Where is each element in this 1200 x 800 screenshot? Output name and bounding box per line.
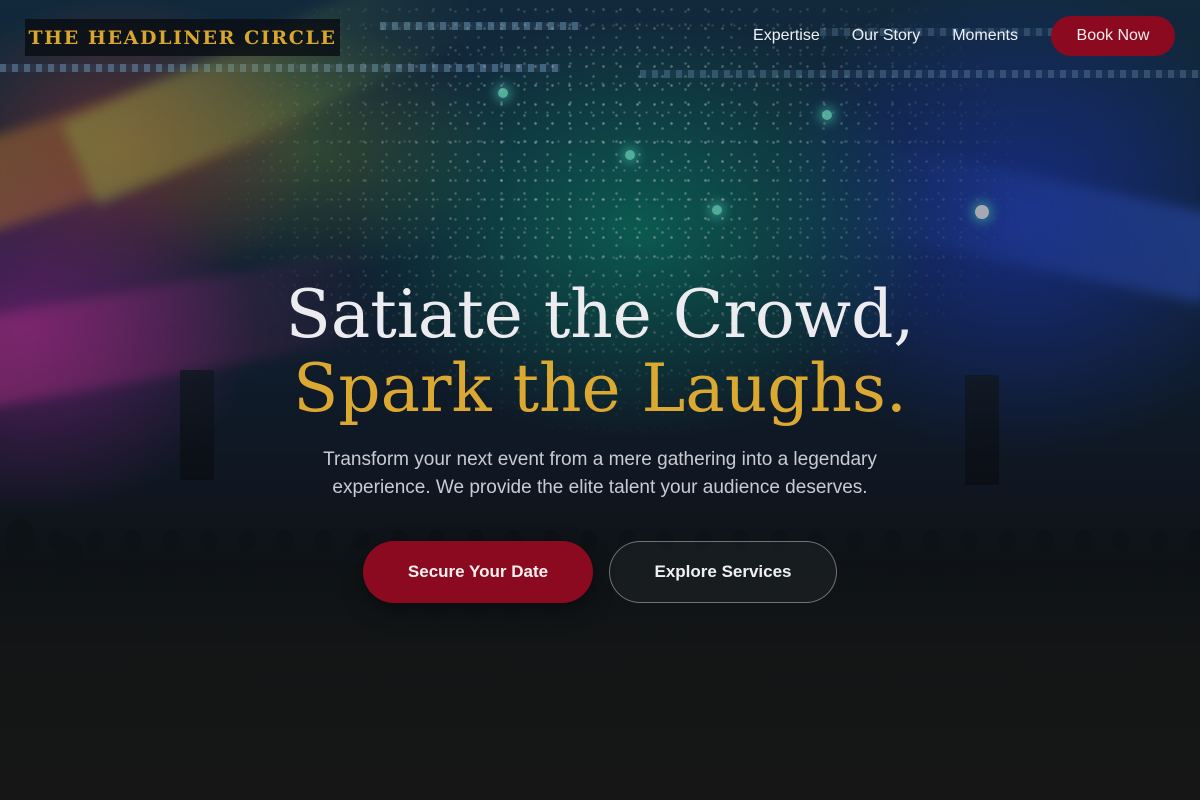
hero-subtext: Transform your next event from a mere ga… (323, 449, 877, 498)
explore-services-button[interactable]: Explore Services (609, 541, 837, 603)
hero-section: Satiate the Crowd, Spark the Laughs. Tra… (0, 0, 1200, 800)
hero-headline: Satiate the Crowd, Spark the Laughs. (0, 278, 1200, 426)
headline-line-1: Satiate the Crowd, (285, 276, 915, 353)
hero-cta-group: Secure Your Date Explore Services (0, 541, 1200, 603)
headline-line-2: Spark the Laughs. (293, 350, 907, 427)
secure-your-date-button[interactable]: Secure Your Date (363, 541, 593, 603)
